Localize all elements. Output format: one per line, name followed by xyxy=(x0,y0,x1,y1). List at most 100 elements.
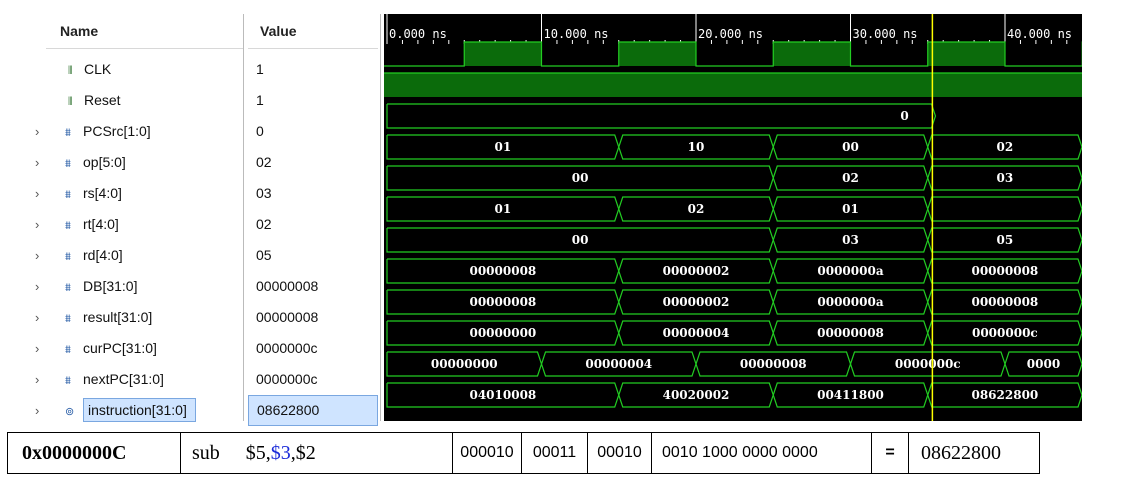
signal-value[interactable]: 0000000c xyxy=(248,333,378,364)
equals-sign: = xyxy=(871,432,909,474)
signal-name-text: rs[4:0] xyxy=(83,185,122,201)
expand-chevron-icon[interactable]: › xyxy=(35,116,39,147)
expand-chevron-icon[interactable]: › xyxy=(35,333,39,364)
bus-value-label: 00000002 xyxy=(663,295,730,309)
waveform-svg[interactable]: 0.000 ns 10.000 ns 20.000 ns 30.000 ns 40.00… xyxy=(384,14,1082,421)
signal-name-label: CLK xyxy=(84,61,111,77)
value-column-header[interactable]: Value xyxy=(248,14,378,49)
bus-value-label: 00411800 xyxy=(817,388,884,402)
expand-chevron-icon[interactable]: › xyxy=(35,364,39,395)
bus-signal-icon: ⩩ xyxy=(65,313,71,325)
signal-name-label: DB[31:0] xyxy=(83,278,137,294)
signal-row-result[interactable]: › ⩩ result[31:0] xyxy=(35,302,243,333)
bus-value-label: 0000000c xyxy=(895,357,961,371)
bus-value-label: 03 xyxy=(842,233,859,247)
expand-chevron-icon[interactable]: › xyxy=(35,240,39,271)
bus-value-label: 01 xyxy=(842,202,859,216)
signal-name-column: Name ⫴ CLK ⫴ Reset › ⩩ PCSrc[1:0] › ⩩ op[5:0] › ⩩ rs… xyxy=(35,14,243,422)
bus-value-label: 00000008 xyxy=(740,357,807,371)
signal-name-text: result[31:0] xyxy=(83,309,153,325)
bus-value-label: 10 xyxy=(688,140,705,154)
signal-row-instruction[interactable]: › ⊚ instruction[31:0] xyxy=(35,395,243,426)
bus-value-label: 00000002 xyxy=(663,264,730,278)
expand-chevron-icon[interactable]: › xyxy=(35,147,39,178)
signal-name-label: op[5:0] xyxy=(83,154,126,170)
signal-row-op[interactable]: › ⩩ op[5:0] xyxy=(35,147,243,178)
expand-chevron-icon[interactable]: › xyxy=(35,271,39,302)
bus-segment xyxy=(927,196,1082,222)
expand-chevron-icon[interactable]: › xyxy=(35,395,39,426)
signal-row-rt[interactable]: › ⩩ rt[4:0] xyxy=(35,209,243,240)
rt-field-bits: 00010 xyxy=(587,432,652,474)
bus-value-label: 00000008 xyxy=(971,264,1038,278)
instruction-address: 0x0000000C xyxy=(7,432,181,474)
signal-name-label: Reset xyxy=(84,92,121,108)
column-divider[interactable] xyxy=(243,14,244,421)
bus-value-label: 0000000c xyxy=(972,326,1038,340)
bus-value-label: 00 xyxy=(572,233,589,247)
expand-chevron-icon[interactable]: › xyxy=(35,178,39,209)
bus-value-label: 02 xyxy=(842,171,859,185)
bus-value-label: 01 xyxy=(495,140,512,154)
signal-row-nextpc[interactable]: › ⩩ nextPC[31:0] xyxy=(35,364,243,395)
bit-signal-icon: ⫴ xyxy=(68,96,73,108)
bus-value-label: 40020002 xyxy=(663,388,730,402)
signal-name-text: curPC[31:0] xyxy=(83,340,157,356)
signal-value[interactable]: 1 xyxy=(248,54,378,85)
bus-signal-icon: ⩩ xyxy=(65,251,71,263)
signal-name-text: PCSrc[1:0] xyxy=(83,123,151,139)
signal-value[interactable]: 02 xyxy=(248,147,378,178)
signal-value[interactable]: 05 xyxy=(248,240,378,271)
signal-value[interactable]: 00000008 xyxy=(248,271,378,302)
bus-value-label: 00000004 xyxy=(663,326,730,340)
remaining-field-bits: 0010 1000 0000 0000 xyxy=(651,432,872,474)
signal-row-db[interactable]: › ⩩ DB[31:0] xyxy=(35,271,243,302)
bus-value-label: 04010008 xyxy=(469,388,536,402)
waveform-viewer: Name ⫴ CLK ⫴ Reset › ⩩ PCSrc[1:0] › ⩩ op[5:0] › ⩩ rs… xyxy=(0,0,1130,426)
signal-value[interactable]: 03 xyxy=(248,178,378,209)
clk-high-fill xyxy=(927,42,1005,66)
signal-name-text: instruction[31:0] xyxy=(88,402,187,418)
time-tick-label: 20.000 ns xyxy=(698,27,763,41)
bus-value-label: 00000004 xyxy=(585,357,652,371)
bus-value-label: 0000000a xyxy=(817,264,883,278)
waveform-canvas[interactable]: 0.000 ns 10.000 ns 20.000 ns 30.000 ns 40.00… xyxy=(384,14,1082,421)
signal-row-curpc[interactable]: › ⩩ curPC[31:0] xyxy=(35,333,243,364)
signal-row-clk[interactable]: ⫴ CLK xyxy=(46,54,243,85)
bus-value-label: 0000 xyxy=(1027,357,1060,371)
time-tick-label: 10.000 ns xyxy=(544,27,609,41)
signal-row-rs[interactable]: › ⩩ rs[4:0] xyxy=(35,178,243,209)
operand-rd: $5, xyxy=(245,441,271,464)
signal-value[interactable]: 1 xyxy=(248,85,378,116)
signal-name-label: result[31:0] xyxy=(83,309,152,325)
clk-high-fill xyxy=(464,42,542,66)
operand-rt: ,$2 xyxy=(290,441,316,464)
signal-value[interactable]: 0000000c xyxy=(248,364,378,395)
bus-signal-icon: ⩩ xyxy=(65,158,71,170)
expand-chevron-icon[interactable]: › xyxy=(35,302,39,333)
name-column-header[interactable]: Name xyxy=(46,14,243,49)
instruction-hex: 08622800 xyxy=(908,432,1040,474)
signal-row-rd[interactable]: › ⩩ rd[4:0] xyxy=(35,240,243,271)
op-field-bits: 000010 xyxy=(452,432,522,474)
bus-signal-icon: ⩩ xyxy=(65,282,71,294)
signal-name-label: curPC[31:0] xyxy=(83,340,157,356)
clk-high-fill xyxy=(618,42,696,66)
signal-name-text: Reset xyxy=(84,92,121,108)
signal-row-reset[interactable]: ⫴ Reset xyxy=(46,85,243,116)
bus-value-label: 02 xyxy=(688,202,705,216)
rs-field-bits: 00011 xyxy=(521,432,588,474)
signal-row-pcsrc[interactable]: › ⩩ PCSrc[1:0] xyxy=(35,116,243,147)
operand-rs: $3 xyxy=(270,441,291,464)
expand-chevron-icon[interactable]: › xyxy=(35,209,39,240)
signal-name-text: DB[31:0] xyxy=(83,278,138,294)
bus-value-label: 00000008 xyxy=(817,326,884,340)
signal-value[interactable]: 00000008 xyxy=(248,302,378,333)
signal-value[interactable]: 08622800 xyxy=(248,395,378,426)
signal-name-text: rd[4:0] xyxy=(83,247,123,263)
column-divider[interactable] xyxy=(380,14,381,421)
bus-value-label: 0000000a xyxy=(817,295,883,309)
signal-value[interactable]: 02 xyxy=(248,209,378,240)
signal-value[interactable]: 0 xyxy=(248,116,378,147)
reset-high-fill xyxy=(384,73,1082,97)
